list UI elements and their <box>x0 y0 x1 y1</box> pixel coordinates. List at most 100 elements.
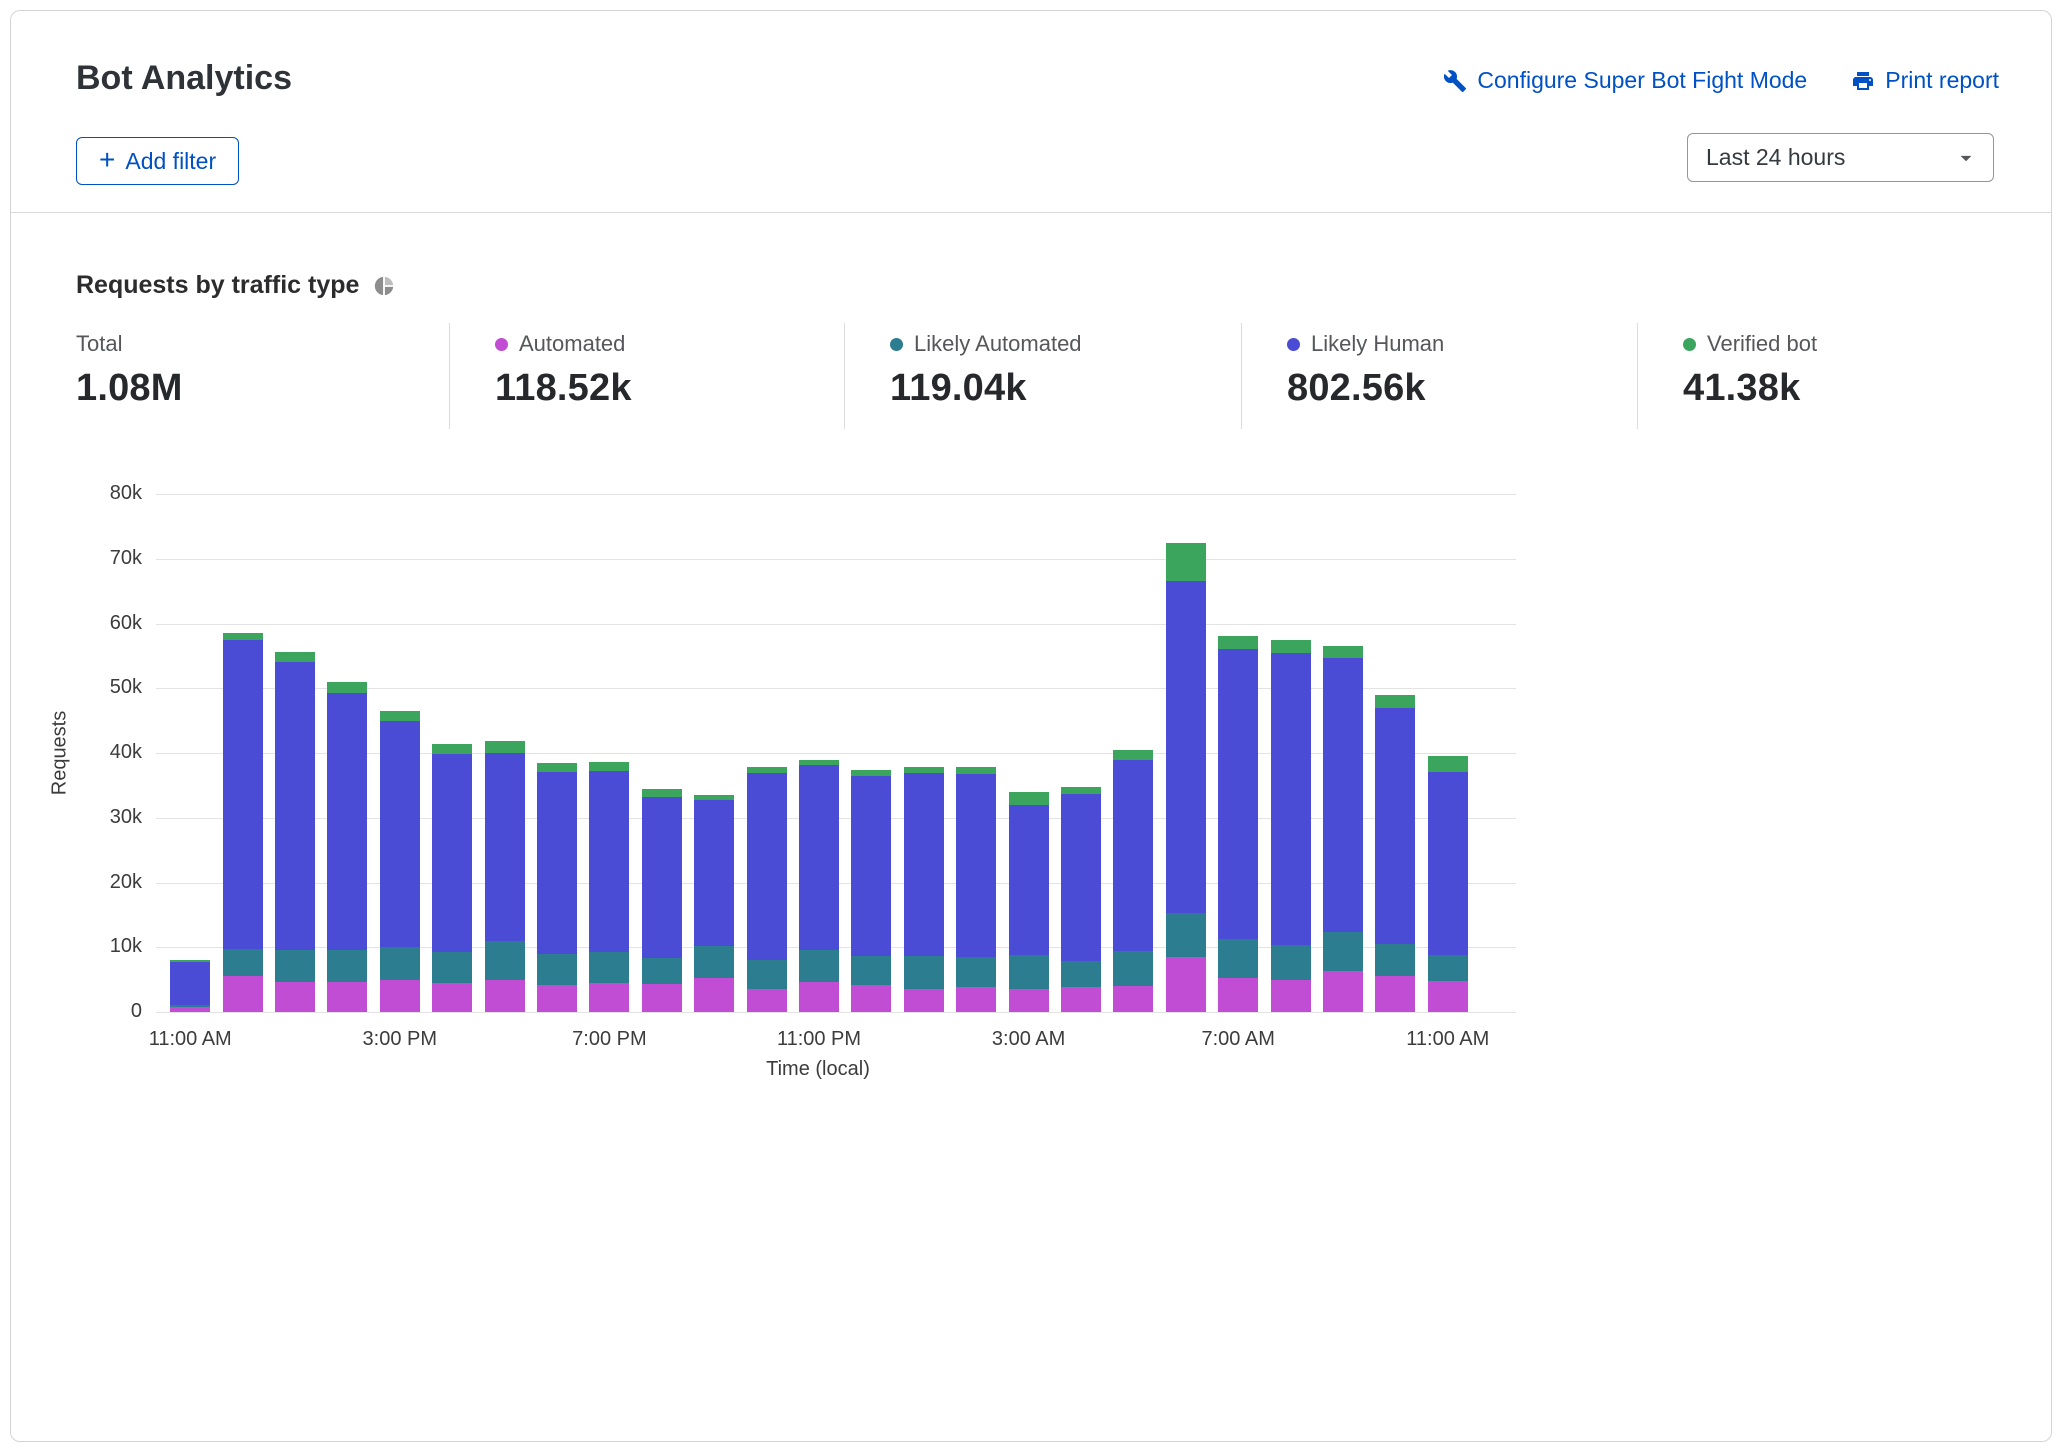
bar-segment-automated <box>956 987 996 1012</box>
bar-segment-likely-automated <box>1009 955 1049 989</box>
bar-segment-likely-automated <box>1061 961 1101 988</box>
bar-segment-automated <box>537 985 577 1012</box>
bar-6:00-am-19 <box>1166 543 1206 1012</box>
bar-segment-automated <box>223 976 263 1012</box>
stat-likely-automated-value: 119.04k <box>890 367 1241 410</box>
bar-12:00-am-13 <box>851 770 891 1012</box>
bar-segment-likely-automated <box>1113 951 1153 987</box>
chevron-down-icon <box>1953 145 1979 171</box>
bar-segment-likely-human <box>956 774 996 957</box>
bar-segment-likely-human <box>1113 760 1153 951</box>
bar-segment-likely-automated <box>1271 945 1311 980</box>
bar-segment-verified-bot <box>1009 792 1049 805</box>
bar-segment-likely-human <box>170 962 210 1005</box>
bar-segment-automated <box>327 982 367 1012</box>
bar-segment-likely-automated <box>1218 939 1258 978</box>
legend-item-likely-human[interactable]: Likely Human 802.56k <box>1241 323 1637 429</box>
stat-likely-automated-label: Likely Automated <box>914 331 1082 357</box>
bar-segment-verified-bot <box>275 652 315 662</box>
bar-segment-likely-automated <box>747 960 787 990</box>
bar-segment-likely-human <box>1061 794 1101 960</box>
bar-segment-likely-human <box>747 773 787 959</box>
y-tick-label: 20k <box>78 871 142 894</box>
legend-item-verified-bot[interactable]: Verified bot 41.38k <box>1637 323 2001 429</box>
bar-5:00-am-18 <box>1113 750 1153 1012</box>
stat-total: Total 1.08M <box>76 323 449 429</box>
stat-verified-bot-value: 41.38k <box>1683 367 2001 410</box>
bar-segment-likely-human <box>851 776 891 957</box>
y-axis-title: Requests <box>49 711 72 796</box>
automated-dot-icon <box>495 338 508 351</box>
y-tick-label: 70k <box>78 547 142 570</box>
x-tick-label: 11:00 PM <box>749 1028 889 1051</box>
bar-segment-verified-bot <box>485 741 525 753</box>
x-axis-title: Time (local) <box>156 1058 1516 1081</box>
bar-segment-verified-bot <box>1061 787 1101 795</box>
bar-segment-likely-automated <box>275 950 315 982</box>
bar-segment-verified-bot <box>1218 636 1258 649</box>
bar-6:00-pm-7 <box>537 763 577 1012</box>
bar-segment-automated <box>170 1007 210 1012</box>
bar-segment-verified-bot <box>1375 695 1415 708</box>
gridline <box>156 1012 1516 1013</box>
bar-segment-likely-automated <box>380 947 420 979</box>
y-tick-label: 10k <box>78 935 142 958</box>
bar-segment-likely-automated <box>432 952 472 982</box>
add-filter-button[interactable]: + Add filter <box>76 137 239 185</box>
legend-item-automated[interactable]: Automated 118.52k <box>449 323 844 429</box>
bar-1:00-am-14 <box>904 767 944 1012</box>
bar-segment-likely-human <box>1323 658 1363 932</box>
printer-icon <box>1851 69 1875 93</box>
bar-segment-automated <box>1061 987 1101 1012</box>
wrench-icon <box>1443 69 1467 93</box>
verified-bot-dot-icon <box>1683 338 1696 351</box>
x-tick-label: 3:00 AM <box>959 1028 1099 1051</box>
add-filter-label: Add filter <box>125 148 216 175</box>
bar-segment-likely-human <box>275 662 315 949</box>
bar-segment-automated <box>1009 989 1049 1012</box>
print-report-link[interactable]: Print report <box>1851 67 1999 94</box>
bar-12:00-pm-1 <box>223 633 263 1012</box>
bar-segment-automated <box>851 985 891 1012</box>
pie-chart-icon <box>373 275 395 297</box>
chart-plot: Requests Time (local) 010k20k30k40k50k60… <box>156 494 1516 1012</box>
bar-segment-verified-bot <box>327 682 367 693</box>
bar-segment-verified-bot <box>1166 543 1206 581</box>
bar-segment-automated <box>694 978 734 1012</box>
stat-automated-label: Automated <box>519 331 625 357</box>
bar-segment-automated <box>747 989 787 1012</box>
bar-segment-automated <box>589 983 629 1012</box>
bar-segment-automated <box>904 989 944 1012</box>
bar-segment-verified-bot <box>223 633 263 640</box>
bar-segment-verified-bot <box>1428 756 1468 772</box>
y-tick-label: 40k <box>78 741 142 764</box>
y-tick-label: 60k <box>78 612 142 635</box>
stat-total-value: 1.08M <box>76 367 449 410</box>
stat-likely-human-label: Likely Human <box>1311 331 1444 357</box>
legend-item-likely-automated[interactable]: Likely Automated 119.04k <box>844 323 1241 429</box>
header-divider <box>11 212 2051 213</box>
bar-segment-likely-human <box>642 797 682 958</box>
y-tick-label: 80k <box>78 482 142 505</box>
bar-segment-likely-automated <box>1375 944 1415 976</box>
bar-2:00-am-15 <box>956 767 996 1012</box>
time-range-select[interactable]: Last 24 hours <box>1687 133 1994 182</box>
y-tick-label: 30k <box>78 806 142 829</box>
bar-3:00-am-16 <box>1009 792 1049 1012</box>
print-link-label: Print report <box>1885 67 1999 94</box>
bar-segment-likely-automated <box>589 952 629 982</box>
bar-segment-likely-human <box>589 771 629 952</box>
bar-segment-likely-automated <box>327 950 367 982</box>
bar-segment-likely-human <box>1428 772 1468 955</box>
bar-segment-automated <box>1271 980 1311 1012</box>
configure-bot-fight-mode-link[interactable]: Configure Super Bot Fight Mode <box>1443 67 1807 94</box>
x-tick-label: 7:00 AM <box>1168 1028 1308 1051</box>
bar-segment-likely-human <box>327 693 367 950</box>
section-heading: Requests by traffic type <box>76 271 395 300</box>
bar-11:00-am-24 <box>1428 756 1468 1012</box>
stat-automated-value: 118.52k <box>495 367 844 410</box>
bar-segment-automated <box>799 982 839 1012</box>
traffic-type-legend: Total 1.08M Automated 118.52k Likely Aut… <box>76 323 2001 429</box>
bar-segment-likely-automated <box>537 954 577 985</box>
bar-10:00-pm-11 <box>747 767 787 1012</box>
